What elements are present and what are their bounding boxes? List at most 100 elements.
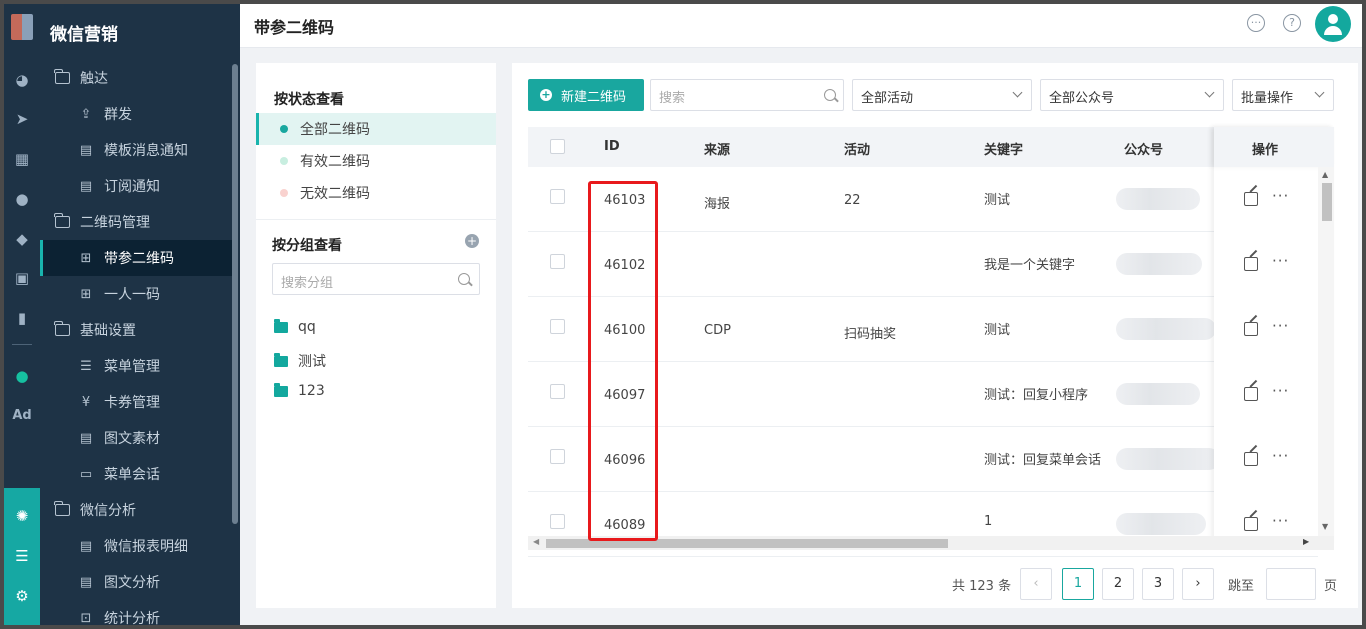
status-filter-label: 无效二维码: [300, 186, 370, 202]
page-3-button[interactable]: 3: [1142, 568, 1174, 600]
hub-icon[interactable]: ✺: [10, 504, 34, 528]
col-account[interactable]: 公众号: [1124, 139, 1163, 158]
chat-icon: ▭: [79, 466, 93, 482]
nav-menu-session[interactable]: ▭ 菜单会话: [40, 456, 232, 492]
page-2-button[interactable]: 2: [1102, 568, 1134, 600]
nav-mass-send[interactable]: ⇪ 群发: [40, 96, 232, 132]
batch-operation-button[interactable]: 批量操作: [1232, 79, 1334, 111]
scroll-up-arrow-icon[interactable]: ▲: [1322, 170, 1328, 179]
row-checkbox[interactable]: [550, 254, 565, 269]
nav-coupon-mgmt[interactable]: ¥ 卡券管理: [40, 384, 232, 420]
ad-icon[interactable]: Ad: [10, 404, 34, 428]
nav-wechat-analysis[interactable]: 微信分析: [40, 492, 232, 528]
scroll-down-arrow-icon[interactable]: ▼: [1322, 522, 1328, 531]
scroll-left-arrow-icon[interactable]: ◀: [533, 537, 539, 546]
nav-article-material[interactable]: ▤ 图文素材: [40, 420, 232, 456]
nav-report-detail[interactable]: ▤ 微信报表明细: [40, 528, 232, 564]
coupon-icon: ¥: [81, 394, 91, 410]
chevron-down-icon: [1204, 87, 1215, 98]
search-icon: [458, 273, 470, 285]
jump-page-input[interactable]: [1266, 568, 1316, 600]
group-item[interactable]: 123: [274, 382, 325, 399]
search-icon: [824, 89, 836, 101]
nav-item-label: 带参二维码: [104, 251, 174, 267]
page-1-button[interactable]: 1: [1062, 568, 1094, 600]
nav-subscribe[interactable]: ▤ 订阅通知: [40, 168, 232, 204]
nav-item-label: 菜单管理: [104, 359, 160, 375]
app-frame: ◕ ➤ ▦ ● ◆ ▣ ▮ ● Ad ✺ ☰ ⚙ 微信营销 触达 ⇪ 群发 ▤ 模板消息…: [4, 4, 1362, 625]
edit-icon[interactable]: [1244, 322, 1258, 336]
settings-gear-icon[interactable]: ⚙: [10, 584, 34, 608]
scroll-right-arrow-icon[interactable]: ▶: [1303, 537, 1309, 546]
prev-page-button[interactable]: ‹: [1020, 568, 1052, 600]
edit-icon[interactable]: [1244, 257, 1258, 271]
help-icon[interactable]: ?: [1283, 14, 1301, 32]
bookmark-icon[interactable]: ▣: [10, 266, 34, 290]
bar-chart-icon[interactable]: ▮: [10, 306, 34, 330]
palette-icon[interactable]: ◕: [10, 68, 34, 92]
nav-item-label: 微信报表明细: [104, 539, 188, 555]
nav-basic-settings[interactable]: 基础设置: [40, 312, 232, 348]
account-select[interactable]: 全部公众号: [1040, 79, 1224, 111]
nav-menu-mgmt[interactable]: ☰ 菜单管理: [40, 348, 232, 384]
more-options-icon[interactable]: ···: [1272, 317, 1289, 335]
user-avatar[interactable]: [1315, 6, 1351, 42]
id-highlight-box: [588, 181, 658, 541]
edit-icon[interactable]: [1244, 192, 1258, 206]
col-id[interactable]: ID: [604, 139, 620, 154]
row-checkbox[interactable]: [550, 319, 565, 334]
nav-stats-analysis[interactable]: ⊡ 统计分析: [40, 600, 232, 626]
user-icon[interactable]: ●: [10, 187, 34, 211]
group-item[interactable]: qq: [274, 318, 316, 335]
more-options-icon[interactable]: ···: [1272, 512, 1289, 530]
more-options-icon[interactable]: ···: [1272, 382, 1289, 400]
row-checkbox[interactable]: [550, 384, 565, 399]
cell-account-redacted: [1116, 253, 1202, 275]
message-icon[interactable]: ···: [1247, 14, 1265, 32]
new-qrcode-button[interactable]: + 新建二维码: [528, 79, 644, 111]
jump-label: 跳至: [1228, 579, 1255, 594]
col-keyword[interactable]: 关键字: [984, 139, 1023, 158]
nav-scrollbar[interactable]: [232, 64, 238, 524]
edit-icon[interactable]: [1244, 452, 1258, 466]
status-filter-item[interactable]: 有效二维码: [256, 145, 496, 177]
table-vertical-scrollbar[interactable]: ▲ ▼: [1318, 167, 1334, 536]
wechat-icon[interactable]: ●: [10, 364, 34, 388]
nav-reach[interactable]: 触达: [40, 60, 232, 96]
row-checkbox[interactable]: [550, 514, 565, 529]
next-page-button[interactable]: ›: [1182, 568, 1214, 600]
cell-keyword: 1: [984, 514, 993, 529]
row-checkbox[interactable]: [550, 449, 565, 464]
col-activity[interactable]: 活动: [844, 139, 870, 158]
vertical-scroll-thumb[interactable]: [1322, 183, 1332, 221]
folder-icon: [274, 318, 288, 333]
cell-activity: 22: [844, 193, 861, 208]
status-filter-item[interactable]: 无效二维码: [256, 177, 496, 209]
nav-param-qrcode[interactable]: ⊞ 带参二维码: [40, 240, 232, 276]
col-source[interactable]: 来源: [704, 139, 730, 158]
account-select-value: 全部公众号: [1049, 91, 1115, 106]
more-options-icon[interactable]: ···: [1272, 187, 1289, 205]
more-options-icon[interactable]: ···: [1272, 447, 1289, 465]
group-search-input[interactable]: 搜索分组: [272, 263, 480, 295]
send-icon[interactable]: ➤: [10, 107, 34, 131]
edit-icon[interactable]: [1244, 387, 1258, 401]
nav-qrcode-mgmt[interactable]: 二维码管理: [40, 204, 232, 240]
status-filter-item[interactable]: 全部二维码: [256, 113, 496, 145]
more-options-icon[interactable]: ···: [1272, 252, 1289, 270]
server-icon[interactable]: ☰: [10, 544, 34, 568]
select-all-checkbox[interactable]: [550, 139, 565, 154]
nav-template-msg[interactable]: ▤ 模板消息通知: [40, 132, 232, 168]
nav-item-label: 菜单会话: [104, 467, 160, 483]
edit-icon[interactable]: [1244, 517, 1258, 531]
group-item[interactable]: 测试: [274, 351, 326, 371]
row-checkbox[interactable]: [550, 189, 565, 204]
activity-select[interactable]: 全部活动: [852, 79, 1032, 111]
nav-article-analysis[interactable]: ▤ 图文分析: [40, 564, 232, 600]
users-icon[interactable]: ◆: [10, 227, 34, 251]
nav-one-person-code[interactable]: ⊞ 一人一码: [40, 276, 232, 312]
plus-circle-icon: +: [540, 88, 552, 101]
search-input[interactable]: 搜索: [650, 79, 844, 111]
layout-icon[interactable]: ▦: [10, 147, 34, 171]
add-group-icon[interactable]: +: [465, 234, 479, 248]
